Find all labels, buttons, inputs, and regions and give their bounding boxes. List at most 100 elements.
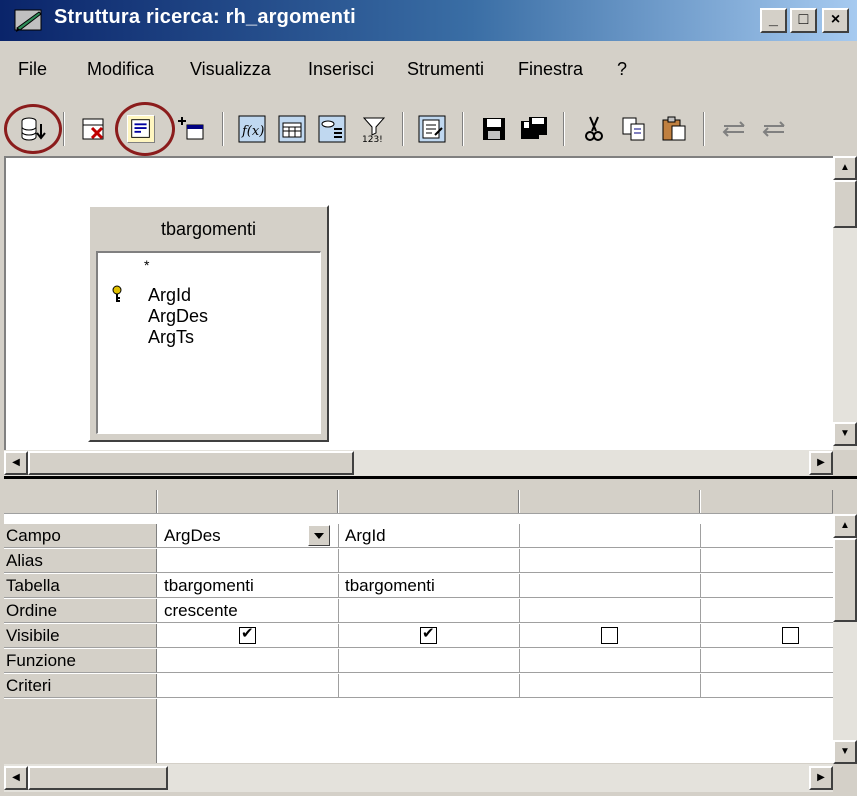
grid-cell[interactable] (520, 649, 701, 672)
scroll-down-icon[interactable]: ▼ (833, 422, 857, 446)
grid-cell[interactable] (520, 574, 701, 597)
field-select[interactable]: ArgDes (158, 524, 339, 547)
query-design-icon (14, 9, 42, 32)
grid-empty-area (4, 699, 833, 763)
row-header: Ordine (4, 599, 157, 622)
scroll-left-icon[interactable]: ◀ (4, 766, 28, 790)
alias-icon[interactable] (318, 115, 346, 143)
grid-cell[interactable] (339, 599, 520, 622)
window-title: Struttura ricerca: rh_argomenti (54, 6, 356, 28)
sql-mode-icon[interactable] (418, 115, 446, 143)
grid-cell[interactable] (701, 599, 833, 622)
visible-checkbox[interactable] (601, 627, 618, 644)
maximize-button[interactable]: □ (790, 8, 817, 33)
column-header[interactable] (520, 490, 700, 513)
field-item[interactable]: ArgTs (148, 327, 194, 348)
grid-cell[interactable] (701, 524, 833, 547)
scroll-left-icon[interactable]: ◀ (4, 451, 28, 475)
menu-finestra[interactable]: Finestra (518, 59, 583, 80)
grid-cell[interactable]: tbargomenti (339, 574, 520, 597)
grid-cell (339, 624, 520, 647)
functions-icon[interactable]: f(x) (238, 115, 266, 143)
scroll-up-icon[interactable]: ▲ (833, 156, 857, 180)
cut-icon[interactable] (580, 115, 608, 143)
field-list[interactable]: * ArgId ArgDes ArgTs (96, 251, 321, 434)
undo-icon[interactable] (720, 115, 748, 143)
menu-visualizza[interactable]: Visualizza (190, 59, 271, 80)
grid-cell[interactable] (520, 674, 701, 697)
grid-row-visibile: Visibile (4, 624, 833, 648)
grid-row-alias: Alias (4, 549, 833, 573)
grid-cell[interactable] (339, 549, 520, 572)
primary-key-icon (112, 285, 122, 302)
highlight-circle (4, 104, 62, 154)
scroll-up-icon[interactable]: ▲ (833, 514, 857, 538)
grid-cell[interactable] (701, 549, 833, 572)
scroll-thumb[interactable] (28, 451, 354, 475)
scroll-right-icon[interactable]: ▶ (809, 766, 833, 790)
column-header[interactable] (701, 490, 833, 513)
grid-cell[interactable] (339, 649, 520, 672)
grid-cell[interactable] (520, 599, 701, 622)
visible-checkbox[interactable] (782, 627, 799, 644)
chevron-down-icon[interactable] (308, 525, 330, 546)
minimize-button[interactable]: _ (760, 8, 787, 33)
menu-inserisci[interactable]: Inserisci (308, 59, 374, 80)
menu-strumenti[interactable]: Strumenti (407, 59, 484, 80)
grid-cell[interactable] (158, 674, 339, 697)
grid-cell[interactable]: crescente (158, 599, 339, 622)
splitter[interactable] (4, 476, 857, 490)
grid-cell[interactable] (158, 649, 339, 672)
menu-help[interactable]: ? (617, 59, 627, 80)
add-table-icon[interactable] (178, 115, 206, 143)
grid-cell[interactable] (520, 524, 701, 547)
close-button[interactable]: × (822, 8, 849, 33)
table-window[interactable]: tbargomenti * ArgId ArgDes ArgTs (88, 205, 329, 442)
design-horizontal-scrollbar[interactable]: ◀ ▶ (4, 450, 833, 476)
table-name-icon[interactable] (278, 115, 306, 143)
save-as-icon[interactable] (520, 115, 548, 143)
grid-cell[interactable] (339, 674, 520, 697)
visible-checkbox[interactable] (420, 625, 437, 644)
grid-cell[interactable]: ArgId (339, 524, 520, 547)
paste-icon[interactable] (660, 115, 688, 143)
menu-bar: File Modifica Visualizza Inserisci Strum… (0, 55, 857, 85)
visible-checkbox[interactable] (239, 625, 256, 644)
toolbar: f(x) 123! (0, 98, 857, 160)
menu-file[interactable]: File (18, 59, 47, 80)
scroll-thumb[interactable] (28, 766, 168, 790)
delete-table-icon[interactable] (80, 115, 108, 143)
grid-row-criteri: Criteri (4, 674, 833, 698)
row-header: Funzione (4, 649, 157, 672)
grid-vertical-scrollbar[interactable]: ▲ ▼ (833, 514, 857, 764)
grid-cell[interactable] (520, 549, 701, 572)
highlight-circle (115, 102, 175, 156)
toolbar-separator (462, 112, 464, 146)
grid-cell[interactable] (701, 649, 833, 672)
distinct-values-icon[interactable]: 123! (360, 115, 388, 143)
scroll-thumb[interactable] (833, 180, 857, 228)
column-header[interactable] (339, 490, 519, 513)
grid-cell[interactable]: tbargomenti (158, 574, 339, 597)
grid-cell[interactable] (701, 674, 833, 697)
field-item[interactable]: * (144, 257, 149, 273)
field-item[interactable]: ArgId (148, 285, 191, 306)
copy-icon[interactable] (620, 115, 648, 143)
grid-cell[interactable] (158, 549, 339, 572)
scroll-down-icon[interactable]: ▼ (833, 740, 857, 764)
minimize-icon: _ (769, 11, 778, 28)
grid-cell[interactable] (701, 574, 833, 597)
redo-icon[interactable] (760, 115, 788, 143)
maximize-icon: □ (798, 11, 809, 28)
field-item[interactable]: ArgDes (148, 306, 208, 327)
table-window-title: tbargomenti (160, 219, 257, 239)
scroll-thumb[interactable] (833, 538, 857, 622)
column-header[interactable] (158, 490, 338, 513)
toolbar-separator (402, 112, 404, 146)
scroll-right-icon[interactable]: ▶ (809, 451, 833, 475)
menu-modifica[interactable]: Modifica (87, 59, 154, 80)
grid-horizontal-scrollbar[interactable]: ◀ ▶ (4, 764, 833, 792)
design-vertical-scrollbar[interactable]: ▲ ▼ (833, 156, 857, 450)
toolbar-separator (222, 112, 224, 146)
save-icon[interactable] (480, 115, 508, 143)
